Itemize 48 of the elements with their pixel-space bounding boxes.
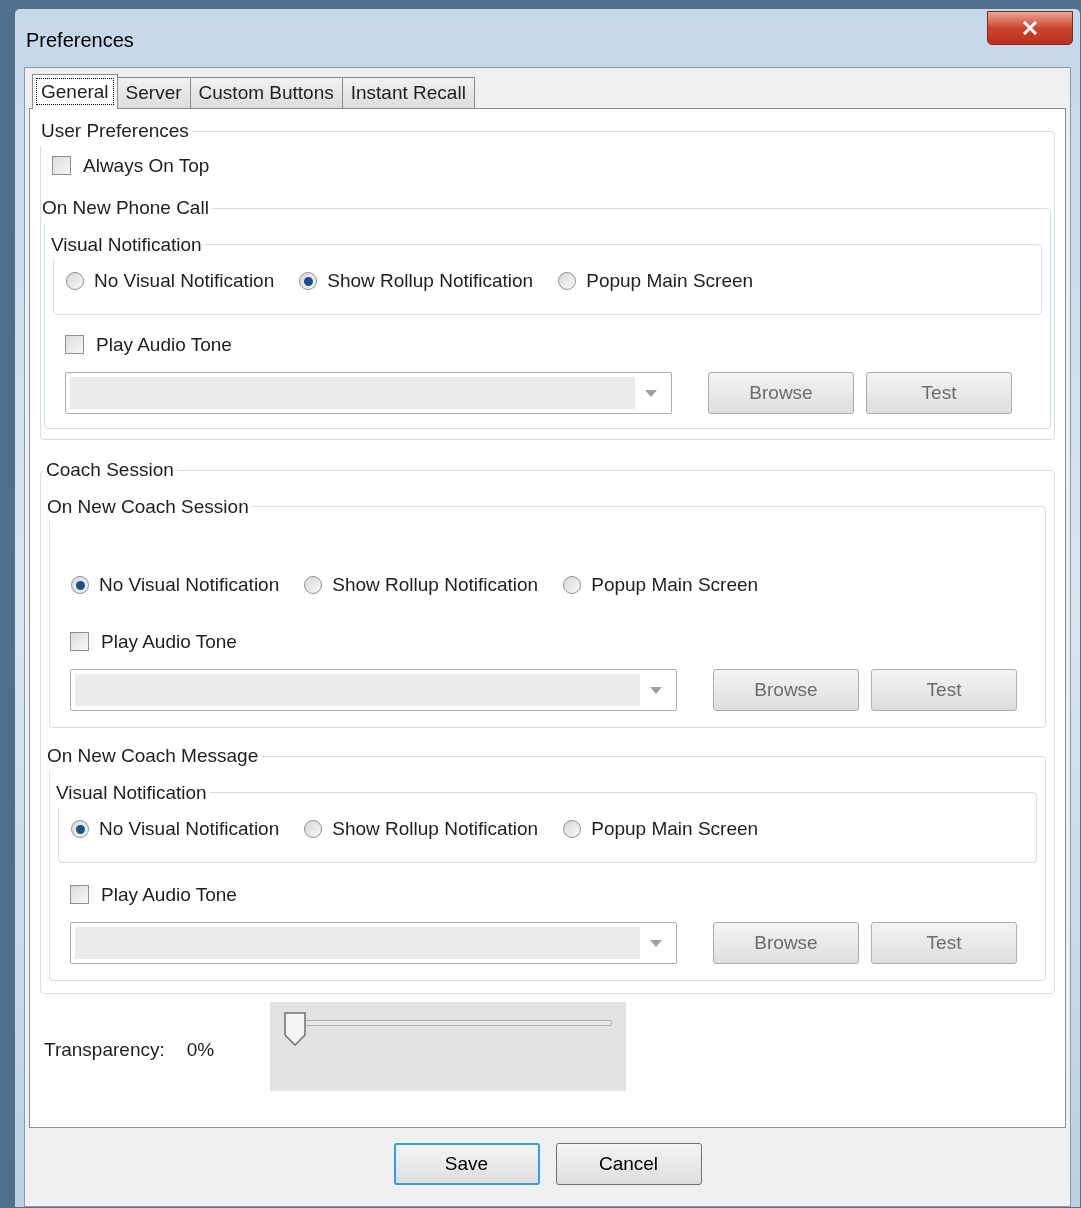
push-button[interactable]: Save xyxy=(393,1143,540,1185)
checkbox-label: Play Audio Tone xyxy=(101,629,237,654)
checkbox-label: Play Audio Tone xyxy=(96,332,232,357)
window-title: Preferences xyxy=(26,28,134,53)
tab[interactable]: Server xyxy=(116,77,191,108)
checkbox[interactable] xyxy=(70,632,89,652)
radio-label: Show Rollup Notification xyxy=(332,817,539,841)
radio-label: Show Rollup Notification xyxy=(332,573,539,597)
transparency-value: 0% xyxy=(186,1038,215,1062)
group-title: On New Phone Call xyxy=(41,196,210,220)
radio-label: No Visual Notification xyxy=(94,269,275,293)
radio-button[interactable] xyxy=(66,272,84,291)
radio-button[interactable] xyxy=(558,272,577,291)
radio-label: Popup Main Screen xyxy=(591,573,759,597)
radio-label: No Visual Notification xyxy=(99,573,280,597)
radio-label: Popup Main Screen xyxy=(591,817,759,841)
radio-button[interactable] xyxy=(304,820,323,839)
group-title: Visual Notification xyxy=(55,780,208,805)
checkbox[interactable] xyxy=(52,156,71,176)
group-title: On New Coach Message xyxy=(46,744,260,768)
group-title: On New Coach Session xyxy=(46,494,250,519)
tab[interactable]: Custom Buttons xyxy=(189,77,343,108)
radio-button[interactable] xyxy=(563,820,582,839)
close-button[interactable] xyxy=(987,11,1073,45)
radio-button[interactable] xyxy=(71,576,89,595)
radio-button[interactable] xyxy=(71,820,89,839)
close-icon xyxy=(1022,21,1038,35)
radio-button[interactable] xyxy=(299,272,318,291)
dropdown-arrow-icon xyxy=(650,686,662,694)
slider-thumb[interactable] xyxy=(284,1012,306,1046)
radio-button[interactable] xyxy=(563,576,582,595)
tab[interactable]: General xyxy=(32,74,118,109)
tab[interactable]: Instant Recall xyxy=(341,77,475,108)
group-title: Visual Notification xyxy=(50,232,203,257)
dropdown-arrow-icon xyxy=(650,939,662,947)
radio-button[interactable] xyxy=(304,576,323,595)
checkbox-label: Always On Top xyxy=(83,153,210,178)
dropdown-arrow-icon xyxy=(645,389,657,397)
checkbox-label: Play Audio Tone xyxy=(101,882,237,907)
radio-label: No Visual Notification xyxy=(99,817,280,841)
checkbox[interactable] xyxy=(65,335,84,355)
group-title: User Preferences xyxy=(40,119,190,143)
radio-label: Show Rollup Notification xyxy=(327,269,534,293)
group-title: Coach Session xyxy=(45,458,175,482)
transparency-label: Transparency: xyxy=(44,1038,165,1062)
radio-label: Popup Main Screen xyxy=(586,269,754,293)
push-button[interactable]: Cancel xyxy=(555,1143,702,1185)
checkbox[interactable] xyxy=(70,885,89,905)
